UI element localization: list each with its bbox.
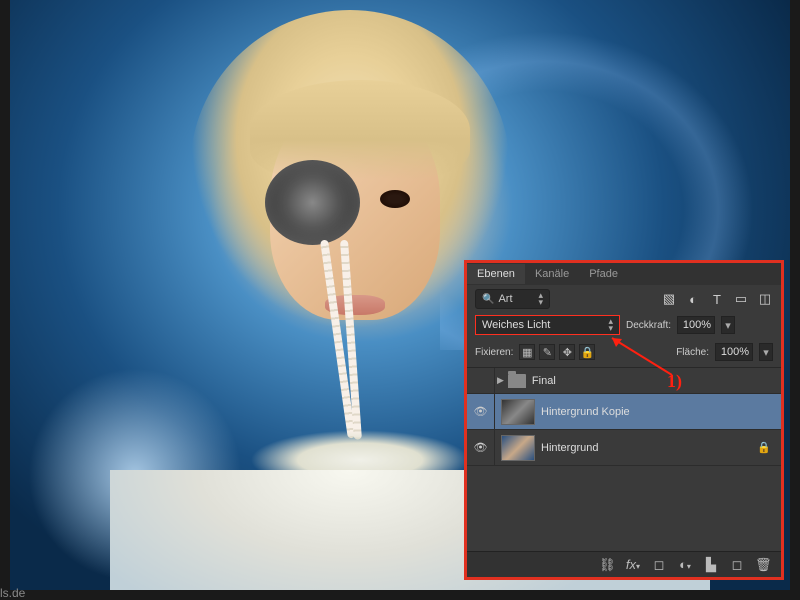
layer-thumbnail[interactable] — [501, 399, 535, 425]
new-layer-icon[interactable]: ◻ — [729, 557, 745, 573]
annotation-arrow-icon — [602, 333, 682, 383]
layer-name-label: Final — [532, 375, 556, 387]
fill-dropdown-button[interactable]: ▾ — [759, 343, 773, 361]
panel-tabs: Ebenen Kanäle Pfade — [467, 263, 781, 285]
filter-pixel-icon[interactable]: ▧ — [661, 291, 677, 307]
layer-style-icon[interactable]: fx▾ — [625, 557, 641, 572]
dropdown-arrows-icon: ▴▾ — [538, 292, 543, 306]
layer-name-label: Hintergrund — [541, 442, 598, 454]
layers-panel: Ebenen Kanäle Pfade 🔍 Art ▴▾ ▧ ◐ T ▭ ◫ W… — [464, 260, 784, 580]
delete-layer-icon[interactable]: 🗑 — [755, 557, 771, 573]
layer-thumbnail[interactable] — [501, 435, 535, 461]
layer-hintergrund[interactable]: 👁 Hintergrund 🔒 — [467, 430, 781, 466]
filter-type-icon[interactable]: T — [709, 291, 725, 307]
lock-all-icon[interactable]: 🔒 — [579, 344, 595, 360]
dropdown-arrows-icon: ▴▾ — [608, 318, 613, 332]
visibility-toggle[interactable] — [467, 368, 495, 393]
new-group-icon[interactable]: ▙ — [703, 557, 719, 573]
watermark-text: ls.de — [0, 586, 25, 600]
lock-label: Fixieren: — [475, 347, 513, 358]
layer-hintergrund-kopie[interactable]: 👁 Hintergrund Kopie — [467, 394, 781, 430]
tab-layers[interactable]: Ebenen — [467, 264, 525, 284]
lock-position-icon[interactable]: ✥ — [559, 344, 575, 360]
eye-icon: 👁 — [474, 441, 488, 454]
layer-mask-icon[interactable]: ◻ — [651, 557, 667, 573]
eye-icon: 👁 — [474, 405, 488, 418]
lock-icon: 🔒 — [757, 441, 771, 454]
tab-paths[interactable]: Pfade — [579, 264, 628, 284]
fill-input[interactable]: 100% — [715, 343, 753, 361]
opacity-dropdown-button[interactable]: ▾ — [721, 316, 735, 334]
expand-arrow-icon[interactable]: ▶ — [497, 375, 504, 386]
adjustment-layer-icon[interactable]: ◐▾ — [677, 557, 693, 572]
link-layers-icon[interactable]: ⛓ — [599, 557, 615, 573]
layer-name-label: Hintergrund Kopie — [541, 406, 630, 418]
layer-filter-select[interactable]: 🔍 Art ▴▾ — [475, 289, 550, 309]
search-icon: 🔍 — [482, 294, 494, 305]
lock-pixels-icon[interactable]: ✎ — [539, 344, 555, 360]
visibility-toggle[interactable]: 👁 — [467, 430, 495, 465]
filter-type-label: Art — [498, 293, 512, 305]
lock-transparency-icon[interactable]: ▦ — [519, 344, 535, 360]
filter-smart-icon[interactable]: ◫ — [757, 291, 773, 307]
layers-panel-footer: ⛓ fx▾ ◻ ◐▾ ▙ ◻ 🗑 — [467, 551, 781, 577]
folder-icon — [508, 374, 526, 388]
tab-channels[interactable]: Kanäle — [525, 264, 579, 284]
blend-mode-value: Weiches Licht — [482, 319, 550, 331]
filter-adjustment-icon[interactable]: ◐ — [685, 291, 701, 307]
blend-mode-select[interactable]: Weiches Licht ▴▾ — [475, 315, 620, 335]
filter-shape-icon[interactable]: ▭ — [733, 291, 749, 307]
visibility-toggle[interactable]: 👁 — [467, 394, 495, 429]
opacity-input[interactable]: 100% — [677, 316, 715, 334]
opacity-label: Deckkraft: — [626, 320, 671, 331]
